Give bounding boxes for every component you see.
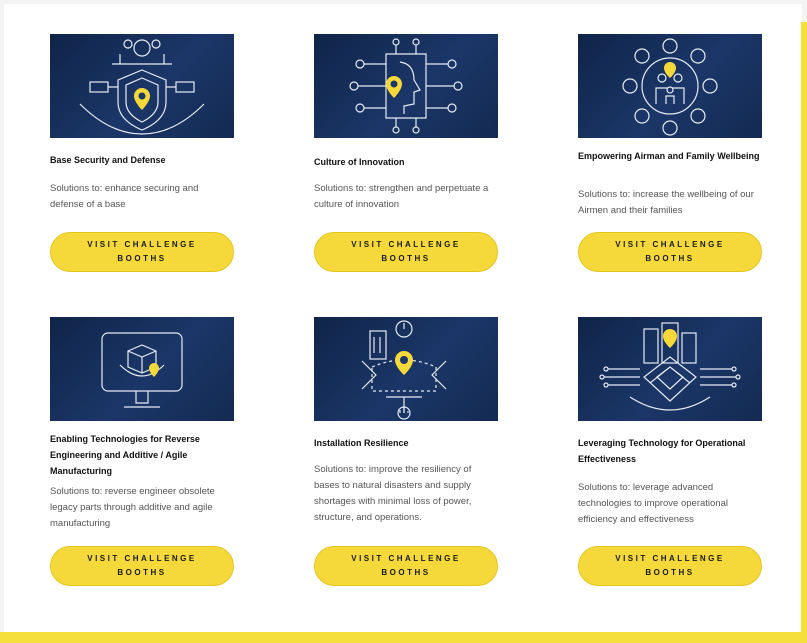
card-thumbnail[interactable] <box>50 34 234 138</box>
card-description: Solutions to: enhance securing and defen… <box>50 183 199 210</box>
card-thumbnail[interactable] <box>578 317 762 421</box>
visit-challenge-booths-button[interactable]: VISIT CHALLENGE BOOTHS <box>578 546 762 586</box>
card-thumbnail[interactable] <box>50 317 234 421</box>
card-thumbnail[interactable] <box>578 34 762 138</box>
visit-challenge-booths-button[interactable]: VISIT CHALLENGE BOOTHS <box>578 232 762 272</box>
family-wellbeing-icon <box>622 38 718 136</box>
card-thumbnail[interactable] <box>314 317 498 421</box>
challenge-card: Culture of Innovation Solutions to: stre… <box>314 34 500 274</box>
visit-challenge-booths-button[interactable]: VISIT CHALLENGE BOOTHS <box>50 232 234 272</box>
challenge-card: Enabling Technologies for Reverse Engine… <box>50 317 236 589</box>
challenge-card: Empowering Airman and Family Wellbeing S… <box>578 34 764 274</box>
card-description: Solutions to: increase the wellbeing of … <box>578 189 754 216</box>
challenge-card: Leveraging Technology for Operational Ef… <box>578 317 764 589</box>
card-title: Empowering Airman and Family Wellbeing <box>578 151 760 161</box>
installation-resilience-icon <box>361 320 447 420</box>
card-thumbnail[interactable] <box>314 34 498 138</box>
visit-challenge-booths-button[interactable]: VISIT CHALLENGE BOOTHS <box>50 546 234 586</box>
card-description: Solutions to: reverse engineer obsolete … <box>50 486 215 529</box>
card-description: Solutions to: leverage advanced technolo… <box>578 482 728 525</box>
monitor-cube-icon <box>101 332 183 408</box>
shield-security-icon <box>79 39 205 135</box>
card-title: Leveraging Technology for Operational Ef… <box>578 438 746 464</box>
visit-challenge-booths-button[interactable]: VISIT CHALLENGE BOOTHS <box>314 232 498 272</box>
card-title: Culture of Innovation <box>314 157 405 167</box>
card-title: Installation Resilience <box>314 438 409 448</box>
innovation-head-icon <box>349 38 463 134</box>
card-description: Solutions to: improve the resiliency of … <box>314 464 472 523</box>
card-title: Base Security and Defense <box>50 155 166 165</box>
accent-border-bottom <box>0 632 807 643</box>
challenge-card: Installation Resilience Solutions to: im… <box>314 317 500 589</box>
visit-challenge-booths-button[interactable]: VISIT CHALLENGE BOOTHS <box>314 546 498 586</box>
card-title: Enabling Technologies for Reverse Engine… <box>50 434 200 476</box>
accent-border-right <box>801 22 807 643</box>
city-circuit-icon <box>599 322 741 411</box>
challenge-card: Base Security and Defense Solutions to: … <box>50 34 236 274</box>
card-description: Solutions to: strengthen and perpetuate … <box>314 183 489 210</box>
